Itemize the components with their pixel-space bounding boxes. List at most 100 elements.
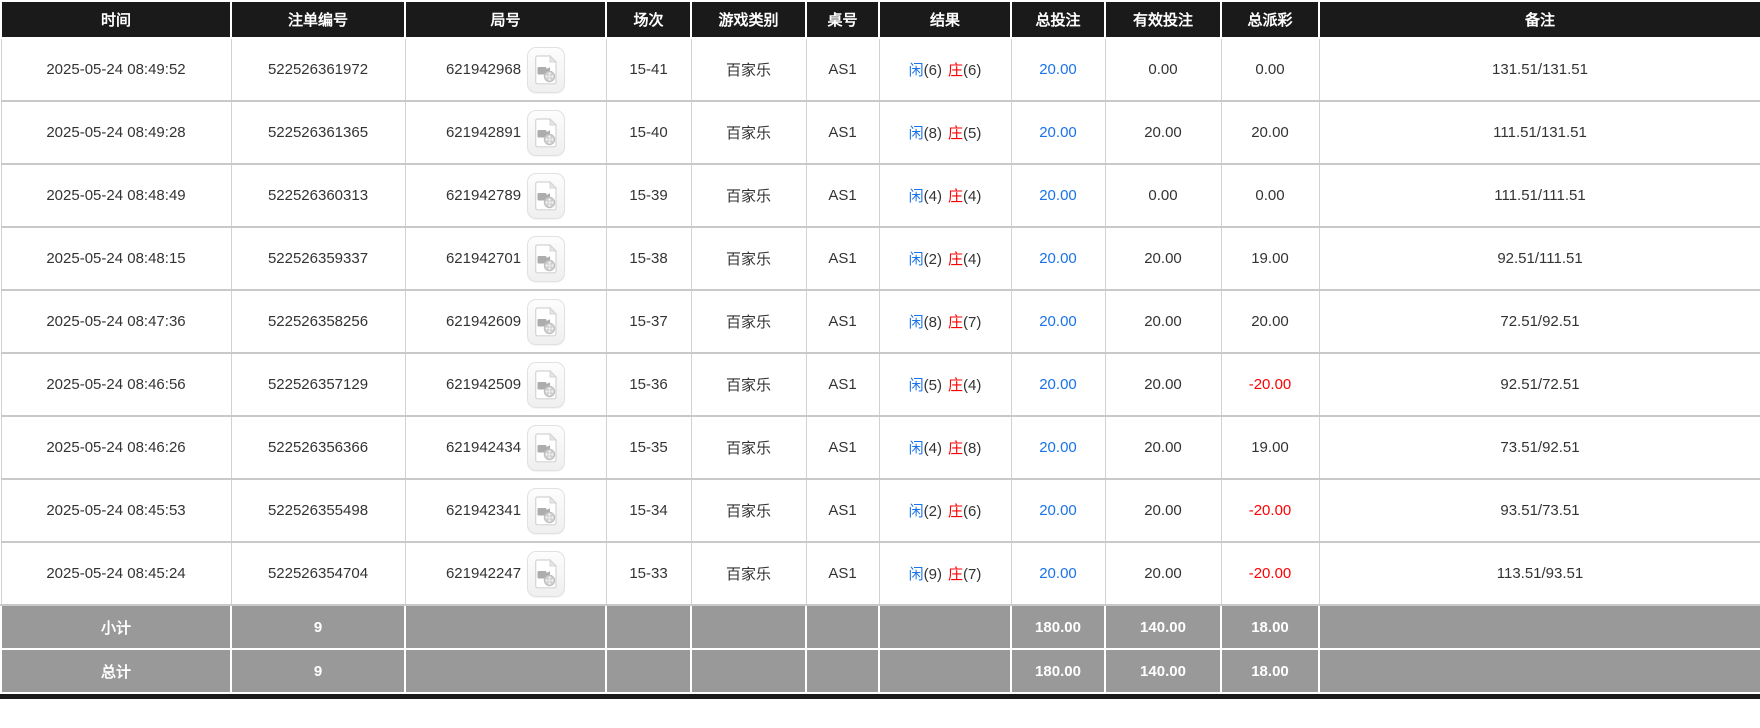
cell-remark: 111.51/111.51 <box>1319 164 1760 227</box>
cell-valid-bet: 0.00 <box>1105 38 1221 101</box>
cell-table-no: AS1 <box>806 164 879 227</box>
cell-total-payout: -20.00 <box>1221 542 1319 605</box>
table-row: 2025-05-24 08:49:52522526361972621942968… <box>1 38 1760 101</box>
cell-total-bet: 20.00 <box>1011 227 1105 290</box>
result-banker-label: 庄 <box>948 125 963 142</box>
cell-result: 闲(4)庄(8) <box>879 416 1011 479</box>
result-banker-score: (4) <box>963 377 981 394</box>
cell-table-no: AS1 <box>806 479 879 542</box>
cell-total-bet: 20.00 <box>1011 101 1105 164</box>
cell-session: 15-36 <box>606 353 691 416</box>
grand-total-empty-cell <box>879 649 1011 693</box>
cell-game-type: 百家乐 <box>691 416 806 479</box>
cell-total-payout: 0.00 <box>1221 164 1319 227</box>
video-replay-button[interactable] <box>527 488 565 534</box>
subtotal-empty-cell <box>606 605 691 649</box>
cell-total-payout: 0.00 <box>1221 38 1319 101</box>
cell-time: 2025-05-24 08:45:53 <box>1 479 231 542</box>
result-banker-label: 庄 <box>948 503 963 520</box>
table-bottom-border <box>0 694 1760 699</box>
cell-time: 2025-05-24 08:47:36 <box>1 290 231 353</box>
cell-result: 闲(4)庄(4) <box>879 164 1011 227</box>
result-player-score: (5) <box>924 377 942 394</box>
table-row: 2025-05-24 08:47:36522526358256621942609… <box>1 290 1760 353</box>
video-replay-button[interactable] <box>527 236 565 282</box>
cell-game-type: 百家乐 <box>691 353 806 416</box>
subtotal-count: 9 <box>231 605 405 649</box>
cell-remark: 92.51/72.51 <box>1319 353 1760 416</box>
video-replay-button[interactable] <box>527 425 565 471</box>
cell-bet-id: 522526358256 <box>231 290 405 353</box>
subtotal-empty-cell <box>405 605 606 649</box>
video-replay-button[interactable] <box>527 299 565 345</box>
video-file-icon <box>534 559 558 589</box>
result-player-label: 闲 <box>909 503 924 520</box>
cell-total-bet: 20.00 <box>1011 164 1105 227</box>
cell-result: 闲(5)庄(4) <box>879 353 1011 416</box>
cell-game-type: 百家乐 <box>691 479 806 542</box>
result-banker-score: (7) <box>963 314 981 331</box>
grand-total-row: 总计 9 180.00 140.00 18.00 <box>1 649 1760 693</box>
table-row: 2025-05-24 08:48:49522526360313621942789… <box>1 164 1760 227</box>
result-banker-score: (7) <box>963 566 981 583</box>
video-file-icon <box>534 307 558 337</box>
grand-total-valid-bet: 140.00 <box>1105 649 1221 693</box>
round-id-text: 621942509 <box>446 376 521 393</box>
cell-table-no: AS1 <box>806 101 879 164</box>
cell-result: 闲(8)庄(5) <box>879 101 1011 164</box>
video-file-icon <box>534 433 558 463</box>
result-player-score: (2) <box>924 503 942 520</box>
video-replay-button[interactable] <box>527 47 565 93</box>
round-id-text: 621942789 <box>446 187 521 204</box>
video-replay-button[interactable] <box>527 110 565 156</box>
result-banker-score: (6) <box>963 503 981 520</box>
cell-time: 2025-05-24 08:46:26 <box>1 416 231 479</box>
result-player-label: 闲 <box>909 251 924 268</box>
cell-round-id: 621942509 <box>405 353 606 416</box>
video-file-icon <box>534 118 558 148</box>
result-player-label: 闲 <box>909 314 924 331</box>
col-header-table-no: 桌号 <box>806 1 879 38</box>
cell-round-id: 621942341 <box>405 479 606 542</box>
video-replay-button[interactable] <box>527 551 565 597</box>
result-banker-label: 庄 <box>948 377 963 394</box>
subtotal-total-payout: 18.00 <box>1221 605 1319 649</box>
cell-remark: 93.51/73.51 <box>1319 479 1760 542</box>
cell-result: 闲(8)庄(7) <box>879 290 1011 353</box>
result-banker-label: 庄 <box>948 188 963 205</box>
result-player-score: (8) <box>924 125 942 142</box>
subtotal-empty-cell <box>806 605 879 649</box>
round-id-text: 621942701 <box>446 250 521 267</box>
cell-game-type: 百家乐 <box>691 164 806 227</box>
table-row: 2025-05-24 08:48:15522526359337621942701… <box>1 227 1760 290</box>
result-player-score: (4) <box>924 188 942 205</box>
cell-total-payout: 19.00 <box>1221 227 1319 290</box>
cell-session: 15-33 <box>606 542 691 605</box>
table-body: 2025-05-24 08:49:52522526361972621942968… <box>1 38 1760 605</box>
result-banker-label: 庄 <box>948 251 963 268</box>
video-replay-button[interactable] <box>527 362 565 408</box>
cell-total-bet: 20.00 <box>1011 542 1105 605</box>
result-player-score: (2) <box>924 251 942 268</box>
cell-valid-bet: 20.00 <box>1105 416 1221 479</box>
cell-session: 15-38 <box>606 227 691 290</box>
cell-result: 闲(9)庄(7) <box>879 542 1011 605</box>
grand-total-empty-cell <box>1319 649 1760 693</box>
result-player-label: 闲 <box>909 62 924 79</box>
round-id-text: 621942341 <box>446 502 521 519</box>
round-id-text: 621942247 <box>446 565 521 582</box>
cell-valid-bet: 20.00 <box>1105 227 1221 290</box>
round-id-text: 621942968 <box>446 61 521 78</box>
cell-bet-id: 522526361365 <box>231 101 405 164</box>
cell-round-id: 621942434 <box>405 416 606 479</box>
cell-remark: 72.51/92.51 <box>1319 290 1760 353</box>
result-banker-score: (4) <box>963 188 981 205</box>
video-file-icon <box>534 370 558 400</box>
cell-time: 2025-05-24 08:48:15 <box>1 227 231 290</box>
subtotal-empty-cell <box>1319 605 1760 649</box>
grand-total-count: 9 <box>231 649 405 693</box>
video-replay-button[interactable] <box>527 173 565 219</box>
cell-result: 闲(2) 庄(6) <box>879 479 1011 542</box>
col-header-time: 时间 <box>1 1 231 38</box>
result-player-label: 闲 <box>909 125 924 142</box>
